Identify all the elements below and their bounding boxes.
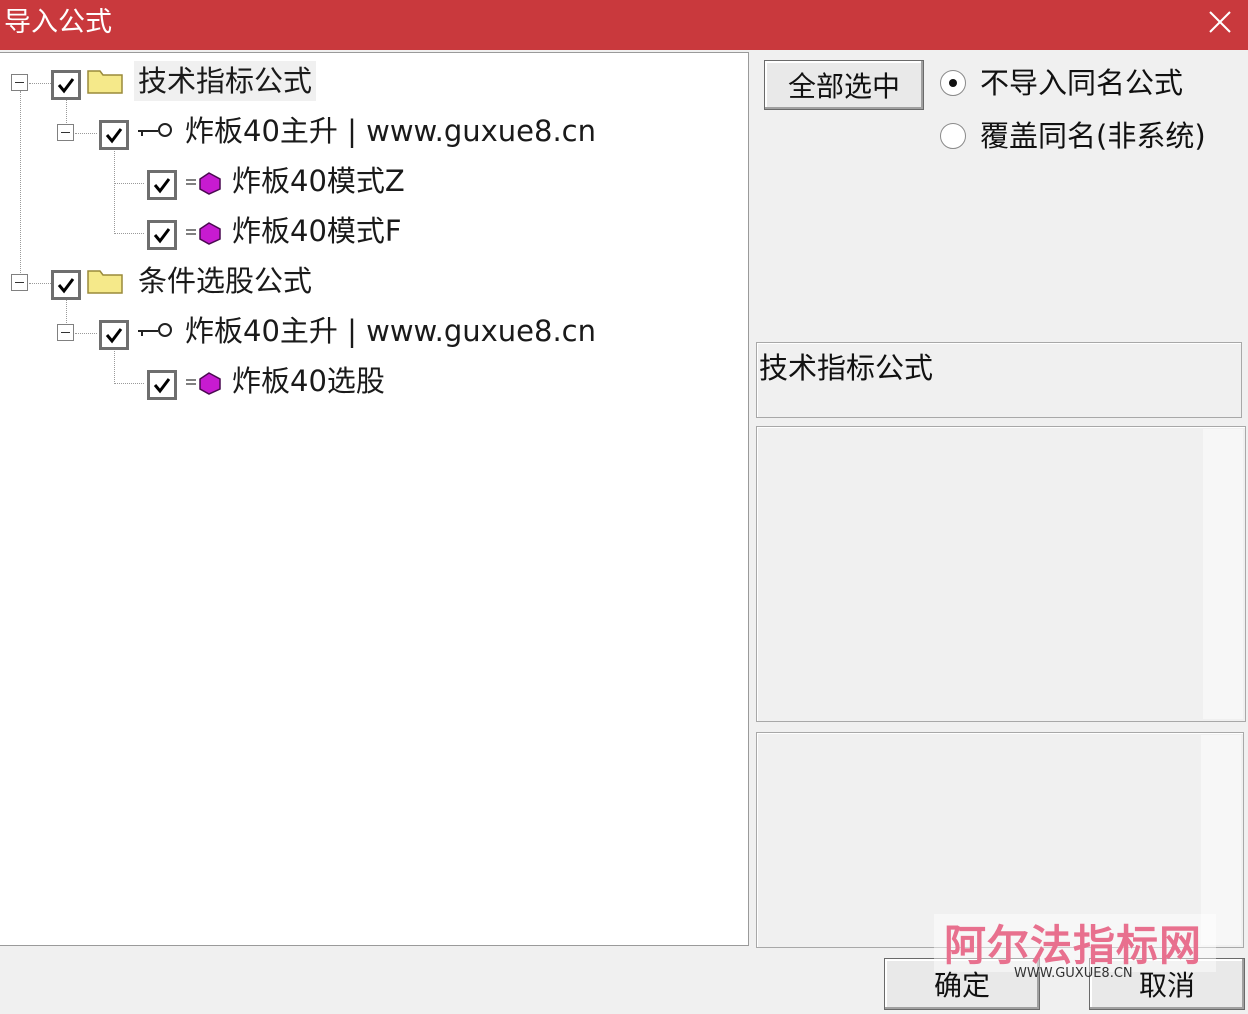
radio-no-import[interactable] (940, 70, 966, 96)
tree-connector (29, 283, 51, 284)
checkbox-group-2[interactable] (51, 270, 81, 300)
key-icon (136, 119, 176, 147)
tree-connector (114, 348, 115, 384)
formula-tree: 技术指标公式 炸板40主升 | www.guxue8.cn 炸板40模式Z 炸板… (0, 52, 749, 946)
folder-icon (86, 265, 124, 299)
tree-formula-label[interactable]: 炸板40模式Z (232, 161, 405, 201)
collapse-toggle[interactable] (11, 274, 28, 291)
close-icon[interactable] (1200, 2, 1240, 42)
tree-formula-label[interactable]: 炸板40模式F (232, 211, 402, 251)
radio-overwrite-label[interactable]: 覆盖同名(非系统) (980, 117, 1206, 155)
tree-formula-label[interactable]: 炸板40选股 (232, 361, 385, 401)
select-all-button[interactable]: 全部选中 (764, 60, 924, 110)
window-title: 导入公式 (4, 7, 112, 38)
scrollbar[interactable] (1203, 429, 1243, 719)
radio-no-import-label[interactable]: 不导入同名公式 (980, 64, 1183, 102)
checkbox-formula[interactable] (147, 370, 177, 400)
folder-icon (86, 65, 124, 99)
tree-connector (114, 383, 144, 384)
tree-connector (75, 333, 97, 334)
collapse-toggle[interactable] (57, 324, 74, 341)
formula-icon (184, 220, 224, 250)
watermark-text: 阿尔法指标网 (944, 921, 1203, 970)
tree-group-label[interactable]: 技术指标公式 (134, 61, 317, 101)
tree-connector (29, 83, 51, 84)
collapse-toggle[interactable] (57, 124, 74, 141)
radio-overwrite[interactable] (940, 123, 966, 149)
type-info-text: 技术指标公式 (759, 351, 934, 385)
tree-connector (114, 148, 115, 234)
tree-connector (114, 233, 144, 234)
tree-connector (20, 91, 21, 291)
description-panel (756, 426, 1246, 722)
key-icon (136, 319, 176, 347)
tree-group-label[interactable]: 条件选股公式 (138, 261, 312, 301)
checkbox-indicator[interactable] (99, 120, 129, 150)
tree-connector (75, 133, 97, 134)
checkbox-group-1[interactable] (51, 70, 81, 100)
tree-connector (114, 183, 144, 184)
watermark-url: WWW.GUXUE8.CN (1014, 966, 1133, 981)
checkbox-indicator[interactable] (99, 320, 129, 350)
checkbox-formula[interactable] (147, 220, 177, 250)
title-bar: 导入公式 (0, 0, 1248, 50)
type-info-panel: 技术指标公式 (756, 342, 1242, 418)
tree-indicator-label[interactable]: 炸板40主升 | www.guxue8.cn (185, 311, 596, 351)
formula-icon (184, 370, 224, 400)
tree-indicator-label[interactable]: 炸板40主升 | www.guxue8.cn (185, 111, 596, 151)
checkbox-formula[interactable] (147, 170, 177, 200)
collapse-toggle[interactable] (11, 74, 28, 91)
formula-icon (184, 170, 224, 200)
